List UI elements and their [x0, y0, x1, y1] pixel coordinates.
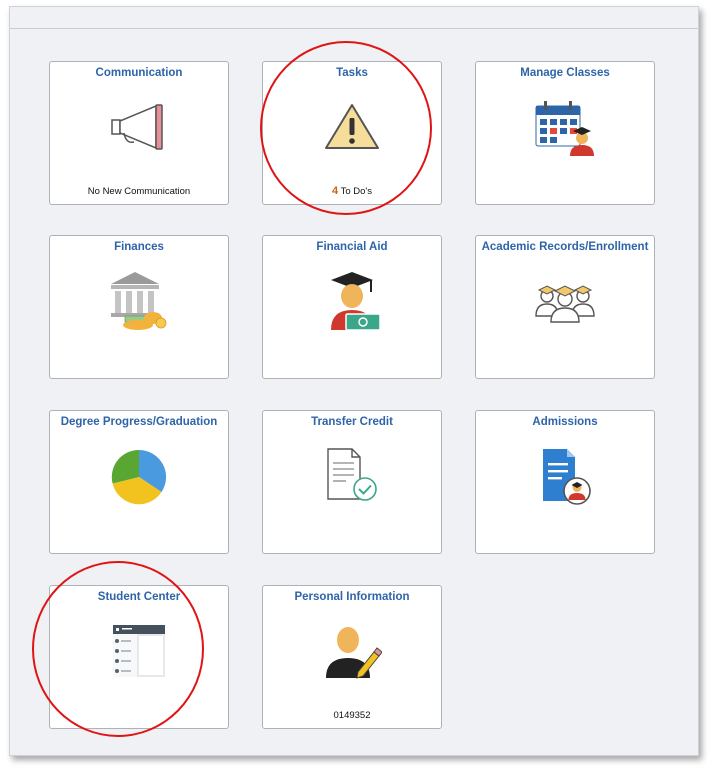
tile-finances[interactable]: Finances	[49, 235, 229, 379]
tile-title: Student Center	[97, 591, 181, 603]
tile-academic-records[interactable]: Academic Records/Enrollment	[475, 235, 655, 379]
user-edit-icon	[322, 622, 383, 685]
tile-transfer-credit[interactable]: Transfer Credit	[262, 410, 442, 554]
pie-chart-icon	[109, 447, 169, 512]
todo-label: To Do's	[340, 186, 372, 197]
tile-title: Finances	[114, 241, 164, 253]
class-calendar-icon	[532, 98, 598, 163]
document-check-icon	[322, 447, 382, 510]
tile-title: Manage Classes	[520, 67, 610, 79]
tile-title: Admissions	[532, 416, 598, 428]
tile-title: Degree Progress/Graduation	[60, 416, 218, 428]
tile-tasks[interactable]: Tasks 4 To Do's	[262, 61, 442, 205]
tile-status-text: No New Communication	[87, 186, 191, 197]
tile-title: Tasks	[336, 67, 368, 79]
tile-admissions[interactable]: Admissions	[475, 410, 655, 554]
graduate-money-icon	[322, 270, 382, 337]
tile-student-center[interactable]: Student Center	[49, 585, 229, 729]
tile-title: Academic Records/Enrollment	[481, 241, 649, 253]
todo-count: 4	[332, 185, 339, 197]
megaphone-icon	[108, 102, 170, 159]
tile-title: Communication	[95, 67, 183, 79]
warning-icon	[323, 102, 381, 157]
tile-status-text: 4 To Do's	[263, 185, 441, 197]
graduates-group-icon	[533, 274, 597, 329]
header-divider	[10, 28, 698, 29]
bank-icon	[105, 268, 173, 335]
tile-status-text: 0149352	[333, 710, 371, 721]
tile-financial-aid[interactable]: Financial Aid	[262, 235, 442, 379]
tile-title: Personal Information	[294, 591, 410, 603]
student-center-screen-icon	[112, 624, 166, 683]
tile-personal-information[interactable]: Personal Information 0149352	[262, 585, 442, 729]
tile-communication[interactable]: Communication No New Communication	[49, 61, 229, 205]
tile-title: Financial Aid	[316, 241, 388, 253]
application-document-icon	[535, 445, 595, 512]
tile-manage-classes[interactable]: Manage Classes	[475, 61, 655, 205]
tile-degree-progress[interactable]: Degree Progress/Graduation	[49, 410, 229, 554]
homepage-frame: Communication No New Communication Tasks…	[9, 6, 699, 756]
tile-title: Transfer Credit	[311, 416, 393, 428]
